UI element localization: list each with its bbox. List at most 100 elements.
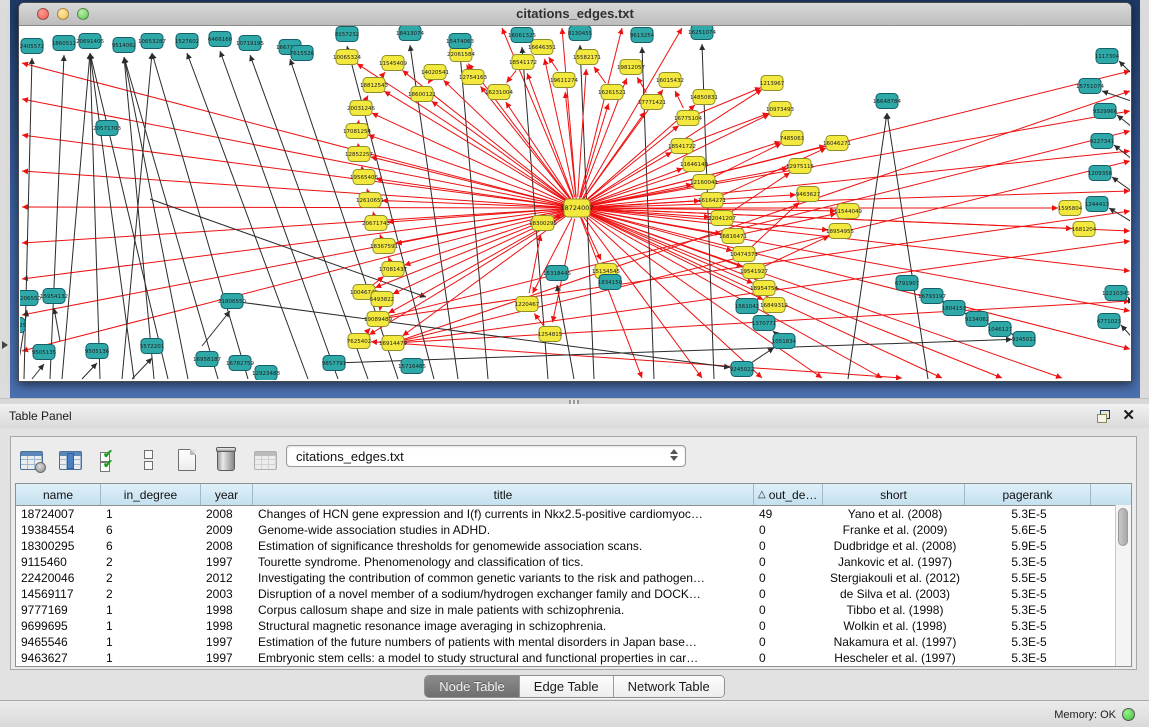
cell-title: Investigating the contribution of common… — [253, 570, 754, 586]
cell-in_degree: 6 — [101, 538, 201, 554]
minimize-window-icon[interactable] — [57, 8, 69, 20]
cell-title: Tourette syndrome. Phenomenology and cla… — [253, 554, 754, 570]
vertical-scrollbar[interactable] — [1115, 505, 1131, 666]
column-header-year[interactable]: year — [201, 484, 253, 505]
cell-year: 2003 — [201, 586, 253, 602]
node-label: 1370771 — [752, 321, 777, 327]
table-row[interactable]: 2242004622012Investigating the contribut… — [16, 570, 1131, 586]
column-header-out_degree[interactable]: △out_de… — [754, 484, 823, 505]
node-label: 1561042 — [735, 304, 760, 310]
cell-year: 2012 — [201, 570, 253, 586]
node-label: 6791907 — [895, 281, 920, 287]
select-columns-button[interactable] — [56, 446, 84, 474]
node-label: 1244413 — [1085, 202, 1110, 208]
node-label: 16958187 — [193, 357, 221, 363]
node-label: 20671743 — [362, 221, 390, 227]
network-window-titlebar[interactable]: citations_edges.txt — [19, 3, 1131, 26]
cell-out_degree: 0 — [754, 602, 823, 618]
node-label: 17081437 — [379, 267, 407, 273]
node-label: 15716485 — [398, 364, 426, 370]
unselect-all-columns-button[interactable] — [134, 446, 162, 474]
node-label: 1860512 — [52, 41, 77, 47]
cell-year: 2008 — [201, 538, 253, 554]
column-header-in_degree[interactable]: in_degree — [101, 484, 201, 505]
cell-in_degree: 1 — [101, 602, 201, 618]
column-header-title[interactable]: title — [253, 484, 754, 505]
cell-title: Structural magnetic resonance image aver… — [253, 618, 754, 634]
network-canvas[interactable]: 1872400711545409188125432003124617081254… — [20, 26, 1130, 380]
cell-in_degree: 1 — [101, 634, 201, 650]
node-label: 22041207 — [708, 216, 736, 222]
scrollbar-thumb[interactable] — [1118, 508, 1128, 546]
table-row[interactable]: 1872400712008Changes of HCN gene express… — [16, 506, 1131, 522]
node-label: 12610651 — [356, 198, 384, 204]
cell-out_degree: 0 — [754, 522, 823, 538]
table-header-row[interactable]: namein_degreeyeartitle△out_de…shortpager… — [16, 484, 1131, 506]
cell-pagerank: 5.3E-5 — [965, 506, 1091, 522]
table-row[interactable]: 969969511998Structural magnetic resonanc… — [16, 618, 1131, 634]
node-label: 16164271 — [698, 198, 726, 204]
sidebar-collapse-arrow-icon[interactable] — [2, 341, 8, 349]
cell-in_degree: 1 — [101, 618, 201, 634]
cell-pagerank: 5.3E-5 — [965, 586, 1091, 602]
table-row[interactable]: 977716911998Corpus callosum shape and si… — [16, 602, 1131, 618]
table-tabs-row: Node TableEdge TableNetwork Table — [0, 672, 1149, 700]
table-row[interactable]: 1456911722003Disruption of a novel membe… — [16, 586, 1131, 602]
node-table[interactable]: namein_degreeyeartitle△out_de…shortpager… — [15, 483, 1132, 667]
citation-network-graph[interactable]: 1872400711545409188125432003124617081254… — [20, 26, 1130, 380]
table-row[interactable]: 1830029562008Estimation of significance … — [16, 538, 1131, 554]
node-label: 12160041 — [690, 180, 718, 186]
table-row[interactable]: 911546021997Tourette syndrome. Phenomeno… — [16, 554, 1131, 570]
new-table-button[interactable] — [173, 446, 201, 474]
node-label: 1051834 — [772, 339, 797, 345]
cell-short: Yano et al. (2008) — [823, 506, 965, 522]
node-label: 1595804 — [1058, 206, 1083, 212]
cell-name: 22420046 — [16, 570, 101, 586]
tab-node-table[interactable]: Node Table — [425, 676, 520, 697]
column-header-short[interactable]: short — [823, 484, 965, 505]
delete-rows-button[interactable] — [212, 446, 240, 474]
table-settings-button[interactable] — [17, 446, 45, 474]
cell-name: 18724007 — [16, 506, 101, 522]
node-label: 9463627 — [796, 192, 821, 198]
network-desktop: citations_edges.txt 18724007115454091881… — [10, 0, 1140, 398]
delete-table-button[interactable] — [251, 446, 279, 474]
cell-pagerank: 5.3E-5 — [965, 650, 1091, 666]
node-label: 1220467 — [515, 302, 540, 308]
tab-network-table[interactable]: Network Table — [614, 676, 724, 697]
select-all-columns-button[interactable]: ✔ ✔ — [95, 446, 123, 474]
node-label: 9245022 — [730, 367, 755, 373]
zoom-window-icon[interactable] — [77, 8, 89, 20]
table-source-select[interactable]: citations_edges.txt — [286, 445, 686, 467]
node-label: 18812543 — [360, 83, 388, 89]
column-header-name[interactable]: name — [16, 484, 101, 505]
node-label: 19541927 — [740, 269, 768, 275]
node-label: 9505136 — [85, 349, 110, 355]
table-row[interactable]: 946362711997Embryonic stem cells: a mode… — [16, 650, 1131, 666]
table-row[interactable]: 1938455462009Genome-wide association stu… — [16, 522, 1131, 538]
cell-out_degree: 0 — [754, 586, 823, 602]
node-label: 14850831 — [690, 95, 718, 101]
column-header-pagerank[interactable]: pagerank — [965, 484, 1091, 505]
table-body[interactable]: 18724007 1 2008Changes of HCN gene express… — [16, 506, 1131, 666]
node-label: 18541172 — [509, 60, 537, 66]
select-all-icon: ✔ ✔ — [100, 450, 118, 470]
gear-icon — [35, 462, 46, 473]
node-label: 10474371 — [730, 252, 758, 258]
node-label: 21806550 — [218, 299, 246, 305]
close-panel-icon[interactable]: ✕ — [1122, 404, 1135, 428]
memory-ok-icon[interactable] — [1122, 708, 1135, 721]
table-row[interactable]: 946554611997Estimation of the future num… — [16, 634, 1131, 650]
tab-edge-table[interactable]: Edge Table — [520, 676, 614, 697]
cell-title: Estimation of the future numbers of pati… — [253, 634, 754, 650]
table-source-value: citations_edges.txt — [296, 449, 404, 464]
cell-year: 1998 — [201, 602, 253, 618]
close-window-icon[interactable] — [37, 8, 49, 20]
cell-title: Embryonic stem cells: a model to study s… — [253, 650, 754, 666]
float-panel-icon[interactable] — [1097, 410, 1110, 422]
cell-name: 9699695 — [16, 618, 101, 634]
node-label: 12754163 — [459, 75, 487, 81]
cell-out_degree: 0 — [754, 650, 823, 666]
table-panel-body: ✔ ✔ f(x) — [0, 428, 1149, 672]
cell-title: Changes of HCN gene expression and I(f) … — [253, 506, 754, 522]
